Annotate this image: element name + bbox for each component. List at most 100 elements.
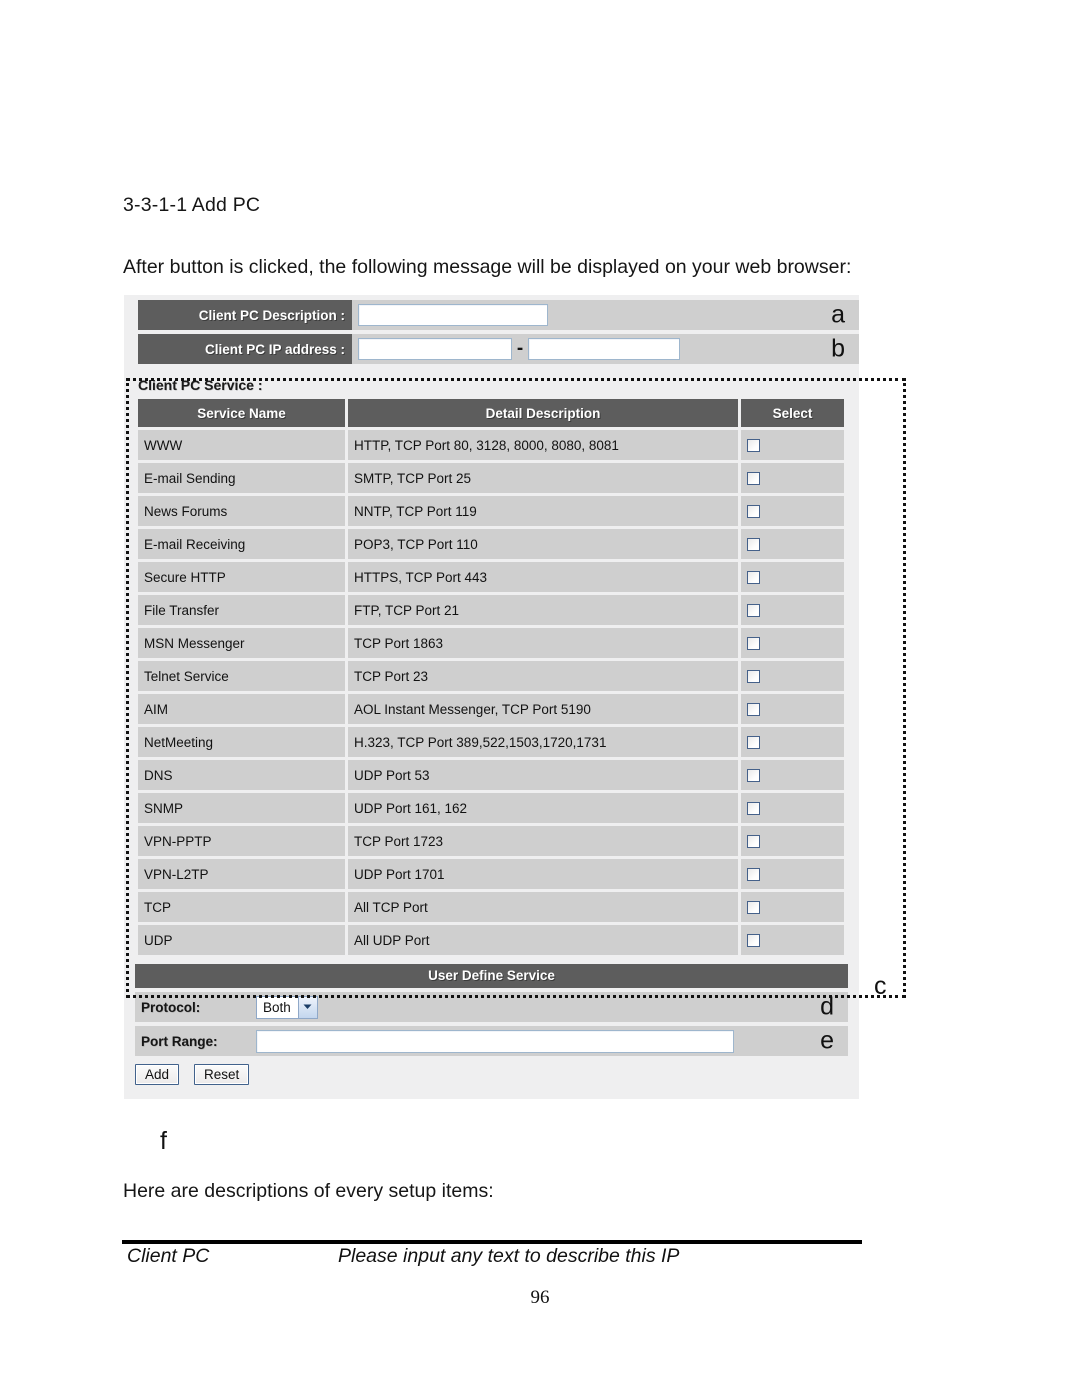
service-detail-cell: TCP Port 1863 — [348, 628, 738, 658]
annotation-letter-a: a — [831, 300, 845, 329]
service-select-checkbox[interactable] — [747, 571, 760, 585]
client-pc-ip-suffix-input[interactable] — [528, 338, 680, 360]
table-row: TCP All TCP Port — [138, 892, 844, 922]
service-detail-cell: UDP Port 53 — [348, 760, 738, 790]
service-select-cell — [741, 859, 844, 889]
service-name-cell: Secure HTTP — [138, 562, 345, 592]
table-row: File Transfer FTP, TCP Port 21 — [138, 595, 844, 625]
service-select-cell — [741, 892, 844, 922]
service-select-checkbox[interactable] — [747, 769, 760, 783]
service-select-cell — [741, 760, 844, 790]
service-name-cell: E-mail Receiving — [138, 529, 345, 559]
service-detail-cell: TCP Port 23 — [348, 661, 738, 691]
service-select-cell — [741, 496, 844, 526]
service-detail-cell: UDP Port 161, 162 — [348, 793, 738, 823]
client-pc-ip-field-zone: - b — [352, 334, 859, 364]
client-pc-description-row: Client PC Description : a — [124, 295, 859, 330]
chevron-down-icon — [297, 996, 317, 1018]
annotation-letter-f: f — [160, 1127, 167, 1155]
service-select-checkbox[interactable] — [747, 835, 760, 849]
service-name-cell: DNS — [138, 760, 345, 790]
service-name-cell: SNMP — [138, 793, 345, 823]
service-select-checkbox[interactable] — [747, 637, 760, 651]
ip-separator-dash: - — [516, 338, 524, 359]
table-row: E-mail Receiving POP3, TCP Port 110 — [138, 529, 844, 559]
service-select-cell — [741, 562, 844, 592]
service-name-cell: TCP — [138, 892, 345, 922]
service-select-checkbox[interactable] — [747, 901, 760, 915]
service-table-body: WWW HTTP, TCP Port 80, 3128, 8000, 8080, … — [138, 430, 844, 955]
service-detail-cell: NNTP, TCP Port 119 — [348, 496, 738, 526]
button-row: Add Reset — [135, 1061, 848, 1099]
service-select-checkbox[interactable] — [747, 505, 760, 519]
service-select-cell — [741, 661, 844, 691]
client-pc-description-label: Client PC Description : — [138, 300, 352, 330]
table-row: UDP All UDP Port — [138, 925, 844, 955]
client-pc-service-block: Client PC Service : Service Name Detail … — [124, 368, 859, 958]
client-pc-ip-label: Client PC IP address : — [138, 334, 352, 364]
service-select-checkbox[interactable] — [747, 802, 760, 816]
port-range-row: Port Range: e — [135, 1026, 848, 1056]
table-row: WWW HTTP, TCP Port 80, 3128, 8000, 8080, … — [138, 430, 844, 460]
service-select-checkbox[interactable] — [747, 934, 760, 948]
annotation-letter-d: d — [820, 992, 834, 1021]
service-name-cell: AIM — [138, 694, 345, 724]
client-pc-ip-prefix-input[interactable] — [358, 338, 512, 360]
service-select-checkbox[interactable] — [747, 472, 760, 486]
service-name-cell: UDP — [138, 925, 345, 955]
outro-paragraph: Here are descriptions of every setup ite… — [123, 1180, 494, 1202]
service-detail-cell: FTP, TCP Port 21 — [348, 595, 738, 625]
service-select-checkbox[interactable] — [747, 439, 760, 453]
page-number: 96 — [530, 1287, 550, 1308]
section-heading: 3-3-1-1 Add PC — [123, 194, 261, 216]
port-range-label: Port Range: — [135, 1026, 251, 1056]
annotation-letter-c: c — [874, 972, 887, 1000]
service-select-checkbox[interactable] — [747, 868, 760, 882]
service-name-cell: NetMeeting — [138, 727, 345, 757]
service-detail-cell: UDP Port 1701 — [348, 859, 738, 889]
reset-button[interactable]: Reset — [194, 1064, 250, 1085]
service-select-cell — [741, 694, 844, 724]
service-select-cell — [741, 793, 844, 823]
service-detail-cell: AOL Instant Messenger, TCP Port 5190 — [348, 694, 738, 724]
service-select-cell — [741, 463, 844, 493]
intro-paragraph: After button is clicked, the following m… — [123, 256, 852, 278]
glossary-definition: Please input any text to describe this I… — [338, 1245, 680, 1267]
service-name-cell: MSN Messenger — [138, 628, 345, 658]
service-detail-cell: HTTPS, TCP Port 443 — [348, 562, 738, 592]
glossary-divider — [122, 1240, 862, 1244]
table-row: DNS UDP Port 53 — [138, 760, 844, 790]
service-detail-cell: All UDP Port — [348, 925, 738, 955]
table-row: AIM AOL Instant Messenger, TCP Port 5190 — [138, 694, 844, 724]
protocol-select[interactable]: Both — [256, 995, 318, 1019]
table-row: VPN-L2TP UDP Port 1701 — [138, 859, 844, 889]
service-select-checkbox[interactable] — [747, 703, 760, 717]
column-header-select: Select — [741, 399, 844, 427]
column-header-detail-description: Detail Description — [348, 399, 738, 427]
service-name-cell: VPN-PPTP — [138, 826, 345, 856]
client-pc-ip-row: Client PC IP address : - b — [124, 334, 859, 364]
glossary-term: Client PC — [127, 1245, 210, 1267]
protocol-field-zone: Both d — [251, 992, 848, 1022]
port-range-input[interactable] — [256, 1029, 734, 1053]
service-select-checkbox[interactable] — [747, 604, 760, 618]
protocol-label: Protocol: — [135, 992, 251, 1022]
service-select-checkbox[interactable] — [747, 670, 760, 684]
protocol-row: Protocol: Both d — [135, 992, 848, 1022]
service-select-cell — [741, 826, 844, 856]
protocol-select-value: Both — [263, 999, 291, 1015]
table-row: News Forums NNTP, TCP Port 119 — [138, 496, 844, 526]
service-select-checkbox[interactable] — [747, 538, 760, 552]
service-select-checkbox[interactable] — [747, 736, 760, 750]
router-config-panel: Client PC Description : a Client PC IP a… — [124, 295, 859, 1099]
service-detail-cell: HTTP, TCP Port 80, 3128, 8000, 8080, 808… — [348, 430, 738, 460]
service-select-cell — [741, 925, 844, 955]
user-define-service-header: User Define Service — [135, 964, 848, 988]
client-pc-description-field-zone: a — [352, 300, 859, 330]
table-row: E-mail Sending SMTP, TCP Port 25 — [138, 463, 844, 493]
table-row: NetMeeting H.323, TCP Port 389,522,1503,1… — [138, 727, 844, 757]
client-pc-description-input[interactable] — [358, 304, 548, 326]
service-name-cell: File Transfer — [138, 595, 345, 625]
add-button[interactable]: Add — [135, 1064, 180, 1085]
table-row: VPN-PPTP TCP Port 1723 — [138, 826, 844, 856]
